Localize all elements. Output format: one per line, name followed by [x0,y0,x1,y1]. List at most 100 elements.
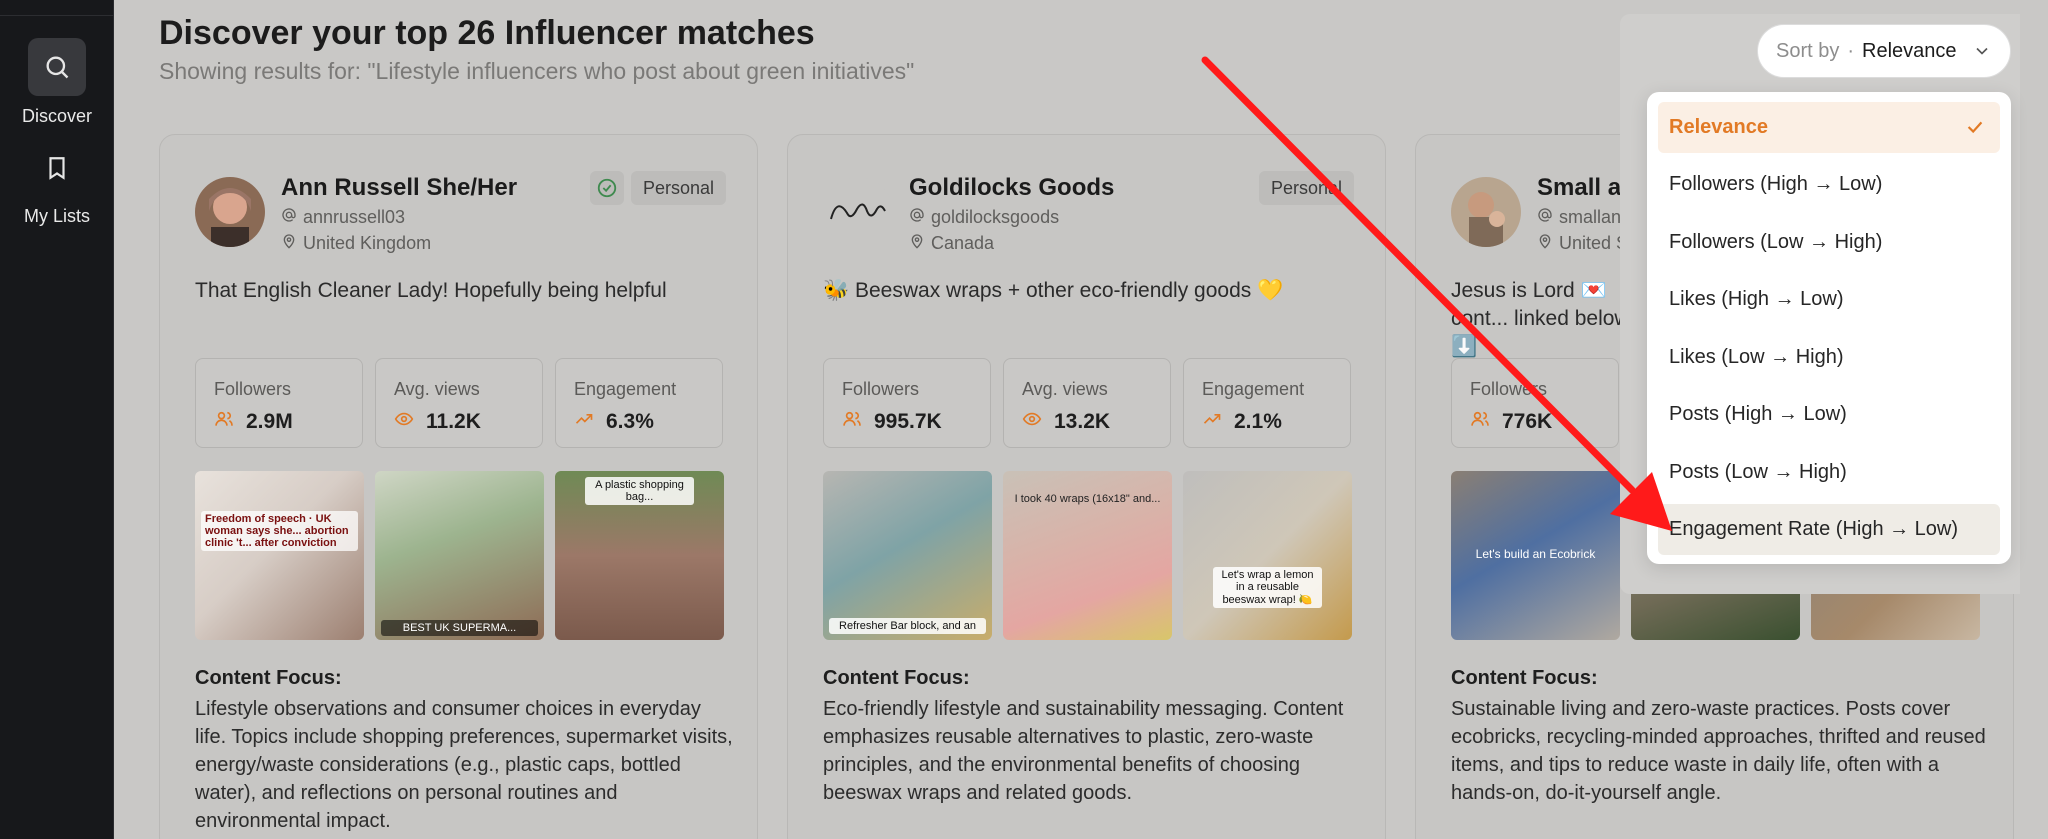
stat-value: 11.2K [426,410,481,433]
post-thumbnail[interactable]: Let's wrap a lemon in a reusable beeswax… [1183,471,1352,640]
handle-text: goldilocksgoods [931,207,1060,227]
at-icon [909,207,925,228]
followers-stat: Followers 995.7K [823,358,991,448]
account-type-badge: Personal [631,171,727,205]
sort-separator: · [1847,39,1855,62]
sidebar-item-my-lists[interactable]: My Lists [0,138,114,227]
content-focus-text: Lifestyle observations and consumer choi… [195,698,733,832]
sort-option-posts-high-low[interactable]: Posts (High → Low) [1658,389,2000,440]
sidebar-divider [0,15,114,16]
sidebar-item-discover[interactable]: Discover [0,38,114,127]
engagement-stat: Engagement 6.3% [555,358,723,448]
trending-up-icon [574,409,594,435]
at-icon [1537,207,1553,228]
stat-label: Followers [214,379,292,399]
account-type-badge: Personal [1259,171,1355,205]
stat-label: Avg. views [1022,379,1108,399]
trending-up-icon [1202,409,1222,435]
thumbnail-caption: BEST UK SUPERMA... [381,620,538,636]
option-label: Relevance [1669,116,1768,138]
stat-value: 13.2K [1054,410,1111,433]
handle-text: annrussell03 [303,207,406,227]
stat-value: 995.7K [874,410,942,433]
option-label: Followers (Low → High) [1669,231,1883,253]
search-icon [28,38,86,96]
bookmark-icon [28,138,86,198]
sort-option-likes-low-high[interactable]: Likes (Low → High) [1658,332,2000,383]
option-label: Likes (Low → High) [1669,346,1844,368]
stat-value: 6.3% [606,410,654,433]
sidebar: Discover My Lists [0,0,114,839]
influencer-bio: That English Cleaner Lady! Hopefully bei… [195,279,667,302]
influencer-location: Canada [909,233,994,254]
location-text: Canada [931,233,995,253]
post-thumbnail[interactable]: BEST UK SUPERMA... [375,471,544,640]
sort-options-menu: Relevance Followers (High → Low) Followe… [1647,92,2011,564]
location-text: United Kingdom [303,233,432,253]
check-icon [1964,116,1986,144]
stat-label: Followers [842,379,920,399]
option-label: Posts (Low → High) [1669,461,1847,483]
location-pin-icon [281,233,297,254]
avg-views-stat: Avg. views 13.2K [1003,358,1171,448]
stat-label: Engagement [574,379,677,399]
stat-label: Engagement [1202,379,1305,399]
influencer-name[interactable]: Ann Russell She/Her [281,174,517,202]
stat-value: 2.1% [1234,410,1282,433]
location-pin-icon [1537,233,1553,254]
sort-option-relevance[interactable]: Relevance [1658,102,2000,153]
influencer-bio: Jesus is Lord 💌 cont... linked below ⬇️ [1451,279,1630,358]
influencer-card[interactable]: Goldilocks Goods goldilocksgoods Canada … [787,134,1386,839]
followers-stat: Followers 2.9M [195,358,363,448]
sort-label: Sort by [1776,39,1840,62]
post-thumbnail[interactable]: I took 40 wraps (16x18" and... [1003,471,1172,640]
influencer-card[interactable]: Ann Russell She/Her annrussell03 United … [159,134,758,839]
stat-value: 2.9M [246,410,293,433]
post-thumbnail[interactable]: Refresher Bar block, and an [823,471,992,640]
content-focus-text: Eco-friendly lifestyle and sustainabilit… [823,698,1344,804]
stat-label: Avg. views [394,379,480,399]
avatar [1451,177,1521,247]
option-label: Likes (High → Low) [1669,288,1844,310]
sort-value: Relevance [1862,39,1957,62]
influencer-bio: 🐝 Beeswax wraps + other eco-friendly goo… [823,279,1284,302]
users-icon [214,409,234,435]
thumbnail-caption: Let's wrap a lemon in a reusable beeswax… [1213,567,1322,608]
influencer-handle: goldilocksgoods [909,207,1059,228]
page-subtitle: Showing results for: "Lifestyle influenc… [159,58,915,84]
location-pin-icon [909,233,925,254]
chevron-down-icon [1972,41,1992,67]
content-focus-text: Sustainable living and zero-waste practi… [1451,698,1986,804]
sidebar-item-label: Discover [21,106,92,126]
post-thumbnail[interactable]: A plastic shopping bag... [555,471,724,640]
influencer-location: United Kingdom [281,233,431,254]
avatar [823,177,893,247]
users-icon [842,409,862,435]
sort-option-followers-low-high[interactable]: Followers (Low → High) [1658,217,2000,268]
sidebar-item-label: My Lists [23,206,90,226]
stat-label: Followers [1470,379,1548,399]
sort-option-followers-high-low[interactable]: Followers (High → Low) [1658,159,2000,210]
verified-icon [590,171,624,205]
option-label: Followers (High → Low) [1669,173,1883,195]
followers-stat: Followers 776K [1451,358,1619,448]
content-focus-title: Content Focus: [1451,667,1598,689]
thumbnail-caption: A plastic shopping bag... [585,477,694,505]
stat-value: 776K [1502,410,1553,433]
sort-option-engagement-rate-high-low[interactable]: Engagement Rate (High → Low) [1658,504,2000,555]
at-icon [281,207,297,228]
thumbnail-caption: I took 40 wraps (16x18" and... [1014,493,1161,505]
avatar [195,177,265,247]
option-label: Engagement Rate (High → Low) [1669,518,1959,540]
users-icon [1470,409,1490,435]
thumbnail-caption: Let's build an Ecobrick [1475,547,1596,561]
post-thumbnail[interactable]: Freedom of speech · UK woman says she...… [195,471,364,640]
sort-dropdown-button[interactable]: Sort by · Relevance [1757,24,2011,78]
thumbnail-caption: Refresher Bar block, and an [829,618,986,634]
sort-option-likes-high-low[interactable]: Likes (High → Low) [1658,274,2000,325]
eye-icon [394,409,414,435]
influencer-handle: annrussell03 [281,207,405,228]
post-thumbnail[interactable]: Let's build an Ecobrick [1451,471,1620,640]
influencer-name[interactable]: Goldilocks Goods [909,174,1114,202]
sort-option-posts-low-high[interactable]: Posts (Low → High) [1658,447,2000,498]
